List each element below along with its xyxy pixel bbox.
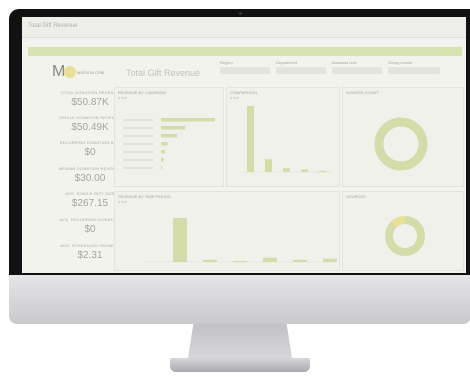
- filter-dropdown[interactable]: [332, 67, 382, 74]
- campaign-bar-chart: [123, 118, 215, 170]
- filter-region[interactable]: Region: [220, 60, 272, 78]
- donors-donut-slice: [374, 117, 428, 171]
- logo-dot-icon: [64, 66, 76, 78]
- panel-comparison: COMPARISON ● ● ●: [226, 87, 340, 187]
- comparison-bar-chart: [241, 106, 333, 173]
- campaign-tick-label: [123, 151, 153, 153]
- campaign-tick-label: [123, 119, 153, 121]
- campaign-tick-label: [123, 159, 153, 161]
- panel-revenue-by-campaign: REVENUE BY CAMPAIGN ● ● ●: [114, 87, 224, 187]
- comparison-bar: [301, 169, 308, 172]
- monitor-chin: [9, 275, 470, 324]
- panel-sources: SOURCES: [342, 191, 464, 271]
- filter-dropdown[interactable]: [220, 67, 270, 74]
- comparison-bar: [265, 159, 272, 172]
- campaign-tick-label: [123, 127, 153, 129]
- time-bar: [173, 218, 187, 262]
- brand-name: MISSION CRM: [77, 70, 105, 75]
- campaign-bar: [161, 126, 186, 130]
- campaign-bar: [161, 166, 163, 170]
- campaign-bar: [161, 118, 215, 122]
- comparison-bar: [283, 168, 290, 172]
- filter-label: Business Unit: [332, 60, 357, 65]
- time-bar: [323, 258, 337, 262]
- time-bar: [293, 259, 307, 262]
- sources-donut-chart: [385, 216, 425, 256]
- panel-donors-count: DONORS COUNT: [342, 87, 464, 187]
- filter-department[interactable]: Department: [276, 60, 328, 78]
- camera-dot: [239, 12, 242, 15]
- sources-donut-slice: [385, 216, 425, 256]
- comparison-bar: [247, 106, 254, 172]
- filter-dropdown[interactable]: [276, 67, 326, 74]
- filter-label: Giving Levels: [388, 60, 413, 65]
- time-bar: [233, 260, 247, 262]
- window-titlebar: Total Gift Revenue: [22, 17, 466, 38]
- filter-label: Region: [220, 60, 233, 65]
- filter-business-unit[interactable]: Business Unit: [332, 60, 384, 78]
- tab-title[interactable]: Total Gift Revenue: [28, 23, 77, 29]
- report-title: Total Gift Revenue: [126, 68, 201, 78]
- time-bar: [203, 259, 217, 262]
- campaign-bar: [161, 142, 168, 146]
- panel-revenue-by-time: REVENUE BY TIME PERIOD ● ● ●: [114, 191, 340, 271]
- campaign-tick-label: [123, 143, 153, 145]
- campaign-bar: [161, 134, 178, 138]
- campaign-tick-label: [123, 167, 153, 169]
- filter-giving-levels[interactable]: Giving Levels: [388, 60, 442, 78]
- filter-dropdown[interactable]: [388, 67, 440, 74]
- time-bar: [263, 257, 277, 262]
- time-bar-chart: [145, 218, 337, 263]
- header-accent-bar: [28, 47, 462, 56]
- screen: Total Gift Revenue M MISSION CRM Total G…: [22, 17, 466, 273]
- campaign-bar: [161, 150, 166, 154]
- campaign-tick-label: [123, 135, 153, 137]
- campaign-bar: [161, 158, 164, 162]
- monitor-stand-base: [170, 358, 310, 372]
- brand-logo: M MISSION CRM: [52, 62, 104, 88]
- donors-donut-chart: [374, 117, 428, 171]
- filter-label: Department: [276, 60, 297, 65]
- comparison-bar: [319, 170, 326, 172]
